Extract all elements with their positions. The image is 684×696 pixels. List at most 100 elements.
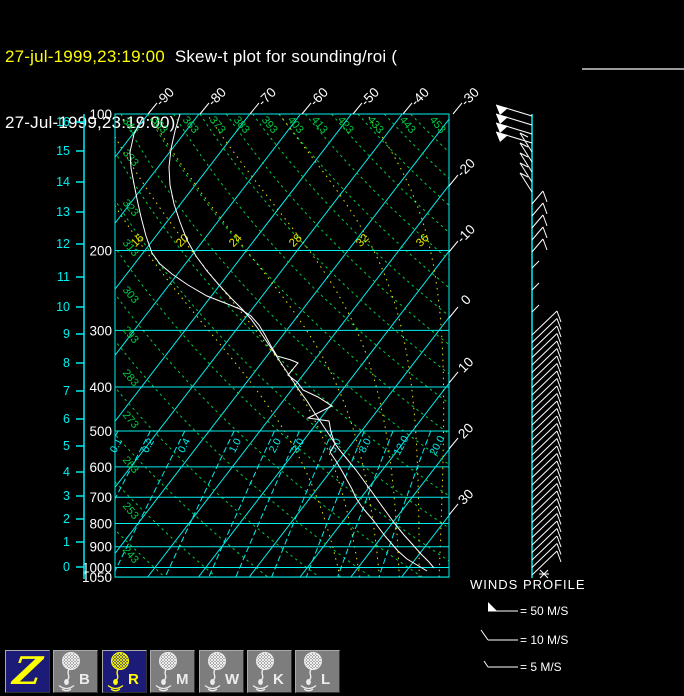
height-label: 1 — [63, 535, 70, 549]
theta-top-label: 363 — [180, 114, 201, 136]
pressure-label: 900 — [89, 540, 112, 555]
pressure-label: 600 — [89, 460, 112, 475]
theta-top-label: 373 — [207, 114, 228, 136]
station-button-w[interactable]: W — [199, 650, 244, 693]
bottom-toolbar: ZBRMWKL — [0, 646, 684, 696]
pressure-label: 400 — [89, 380, 112, 395]
theta-top-label: 453 — [427, 114, 448, 136]
station-button-b[interactable]: B — [53, 650, 98, 693]
mixing-ratio-label: 12.0 — [391, 434, 411, 458]
height-label: 12 — [56, 237, 70, 251]
height-label: 13 — [56, 205, 70, 219]
temp-top-label: -80 — [205, 85, 229, 109]
mixing-ratio-labels: 0.10.20.41.02.03.05.08.012.020.0 — [108, 434, 448, 458]
legend-label: = 50 M/S — [520, 604, 568, 618]
temp-top-label: -40 — [408, 85, 432, 109]
theta-top-label: 423 — [335, 114, 356, 136]
plot-lines — [0, 114, 684, 577]
balloon-sonde-icon: K — [248, 651, 291, 692]
moist-label: 28 — [287, 232, 305, 250]
height-axis: 161514131211109876543210 — [56, 114, 84, 579]
pressure-label: 500 — [89, 424, 112, 439]
height-label: 6 — [63, 412, 70, 426]
height-label: 5 — [63, 439, 70, 453]
temperature-trace — [169, 114, 434, 568]
temp-top-label: -70 — [255, 85, 279, 109]
temp-right-label: 10 — [455, 354, 476, 375]
svg-text:R: R — [128, 671, 139, 688]
station-button-m[interactable]: M — [150, 650, 195, 693]
plot-border — [115, 114, 449, 577]
mixing-ratio-label: 1.0 — [227, 436, 245, 455]
theta-top-label: 383 — [231, 114, 252, 136]
height-label: 14 — [56, 175, 70, 189]
temp-top-label: -90 — [153, 85, 177, 109]
temp-top-label: -50 — [358, 85, 382, 109]
dry-adiabat-labels: 3533633733833934034134234334434533433333… — [120, 114, 448, 566]
theta-left-label: 283 — [120, 367, 141, 389]
height-label: 0 — [63, 560, 70, 574]
zebra-z-glyph: Z — [3, 651, 52, 691]
mixing-ratio-label: 0.1 — [108, 436, 126, 455]
legend-flag-symbol — [488, 602, 497, 611]
pressure-label: 200 — [89, 244, 112, 259]
mixing-ratio-label: 2.0 — [267, 436, 285, 455]
pressure-label: 700 — [89, 490, 112, 505]
height-label: 15 — [56, 144, 70, 158]
station-button-l[interactable]: L — [295, 650, 340, 693]
pressure-label: 300 — [89, 323, 112, 338]
temp-right-label: 30 — [455, 486, 476, 507]
theta-left-label: 293 — [120, 324, 141, 346]
balloon-sonde-icon: R — [103, 651, 146, 692]
theta-top-label: 353 — [149, 114, 170, 136]
height-label: 8 — [63, 356, 70, 370]
pressure-label: 100 — [89, 107, 112, 122]
svg-text:K: K — [273, 671, 284, 688]
theta-top-label: 403 — [285, 114, 306, 136]
station-button-r[interactable]: R — [102, 650, 147, 693]
theta-left-label: 273 — [120, 409, 141, 431]
theta-top-label: 433 — [365, 114, 386, 136]
balloon-sonde-icon: W — [200, 651, 243, 692]
svg-text:B: B — [79, 671, 90, 688]
temp-top-label: -60 — [307, 85, 331, 109]
moist-adiabat-labels: 162024283236 — [129, 232, 432, 250]
moist-label: 36 — [414, 232, 432, 250]
theta-left-label: 243 — [120, 544, 141, 566]
height-label: 4 — [63, 465, 70, 479]
pressure-label: 800 — [89, 517, 112, 532]
height-label: 3 — [63, 489, 70, 503]
theta-left-label: 303 — [120, 284, 141, 306]
wind-profile — [496, 105, 561, 578]
isotherms — [0, 114, 684, 577]
legend-label: = 10 M/S — [520, 633, 568, 647]
pressure-label: 1050 — [82, 570, 112, 585]
balloon-sonde-icon: M — [151, 651, 194, 692]
station-button-k[interactable]: K — [247, 650, 292, 693]
height-label: 2 — [63, 512, 70, 526]
skewt-chart: 1002003004005006007008009001000105016151… — [0, 0, 684, 696]
svg-text:M: M — [176, 671, 189, 688]
height-label: 10 — [56, 300, 70, 314]
winds-legend-title: WINDS PROFILE — [470, 577, 586, 592]
svg-text:W: W — [225, 671, 240, 688]
legend-full-barb-symbol — [481, 630, 488, 640]
dry-adiabats — [0, 114, 684, 577]
svg-text:L: L — [321, 671, 330, 688]
height-label: 16 — [56, 115, 70, 129]
theta-top-label: 413 — [309, 114, 330, 136]
temp-top-label: -30 — [458, 85, 482, 109]
app-window: 27-jul-1999,23:19:00 Skew-t plot for sou… — [0, 0, 684, 696]
theta-top-label: 393 — [259, 114, 280, 136]
height-label: 11 — [57, 270, 70, 284]
mixing-ratio-label: 20.0 — [427, 434, 447, 458]
height-label: 7 — [63, 384, 70, 398]
mixing-ratio-label: 0.4 — [176, 436, 194, 455]
height-label: 9 — [63, 327, 70, 341]
temp-right-label: 0 — [458, 292, 474, 308]
temp-right-label: 20 — [455, 420, 476, 441]
balloon-sonde-icon: L — [296, 651, 339, 692]
zebra-logo-button[interactable]: Z — [5, 650, 50, 693]
moist-label: 32 — [354, 232, 372, 250]
balloon-sonde-icon: B — [54, 651, 97, 692]
